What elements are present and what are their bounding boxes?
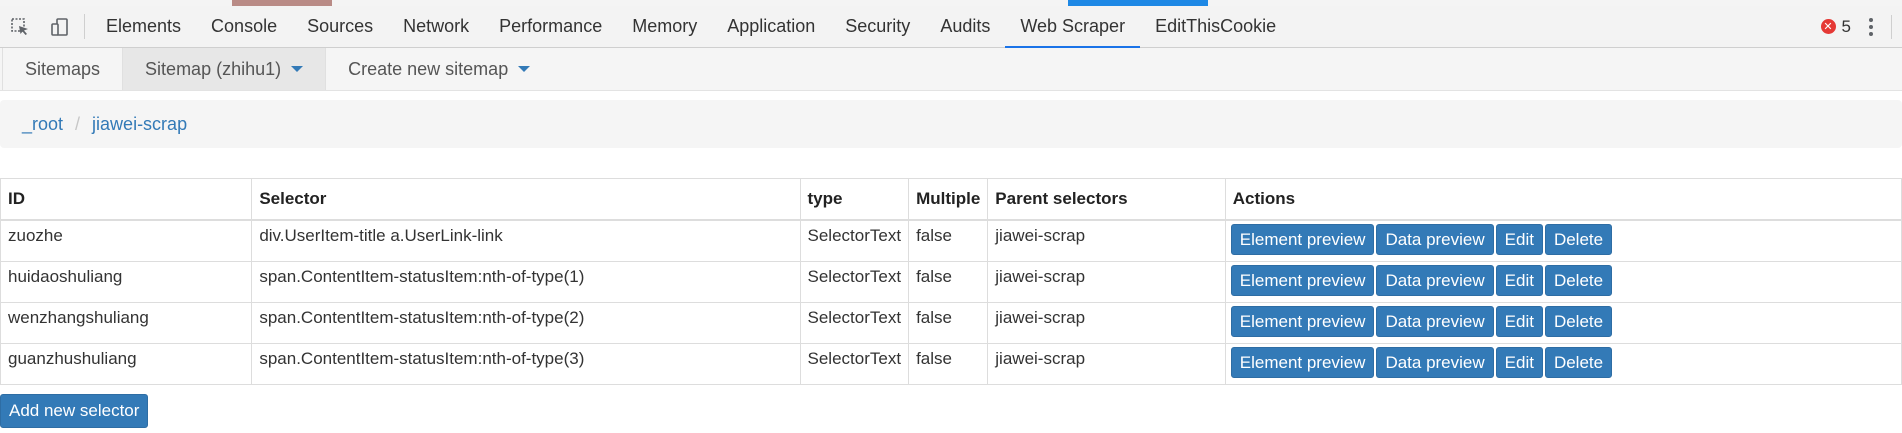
table-row: wenzhangshuliang span.ContentItem-statusI… [0, 302, 1902, 344]
caret-down-icon [518, 66, 531, 72]
sitemap-nav: Sitemaps Sitemap (zhihu1) Create new sit… [0, 48, 1902, 91]
tab-memory[interactable]: Memory [617, 6, 712, 47]
nav-create-sitemap-label: Create new sitemap [348, 58, 509, 79]
element-preview-button[interactable]: Element preview [1230, 306, 1375, 337]
header-selector: Selector [251, 178, 801, 221]
more-options-icon[interactable] [1865, 17, 1877, 36]
cell-multiple: false [908, 261, 989, 303]
cell-selector: div.UserItem-title a.UserLink-link [251, 219, 801, 262]
nav-current-sitemap-label: Sitemap (zhihu1) [145, 58, 282, 79]
breadcrumb: _root / jiawei-scrap [0, 100, 1902, 148]
cell-type: SelectorText [799, 302, 910, 344]
element-preview-button[interactable]: Element preview [1230, 265, 1375, 296]
tab-performance[interactable]: Performance [484, 6, 617, 47]
web-scraper-devtools: Elements Console Sources Network Performance… [0, 0, 1902, 433]
edit-button[interactable]: Edit [1495, 265, 1543, 296]
cell-actions: Element preview Data preview Edit Delete [1224, 343, 1902, 385]
tab-sources[interactable]: Sources [292, 6, 388, 47]
selector-table: ID Selector type Multiple Parent selecto… [0, 178, 1902, 385]
nav-current-sitemap-dropdown[interactable]: Sitemap (zhihu1) [122, 48, 326, 90]
header-parent-selectors: Parent selectors [987, 178, 1226, 221]
tab-security[interactable]: Security [830, 6, 925, 47]
cell-id: wenzhangshuliang [0, 302, 253, 344]
cell-multiple: false [908, 219, 989, 262]
cell-selector: span.ContentItem-statusItem:nth-of-type(… [251, 302, 801, 344]
tab-elements[interactable]: Elements [91, 6, 196, 47]
table-row: guanzhushuliang span.ContentItem-statusIt… [0, 343, 1902, 385]
element-preview-button[interactable]: Element preview [1230, 224, 1375, 255]
error-counter[interactable]: ✕ 5 [1820, 16, 1851, 37]
cell-actions: Element preview Data preview Edit Delete [1224, 261, 1902, 303]
edit-button[interactable]: Edit [1495, 306, 1543, 337]
cell-actions: Element preview Data preview Edit Delete [1224, 219, 1902, 262]
delete-button[interactable]: Delete [1544, 306, 1613, 337]
device-toolbar-icon[interactable] [40, 6, 80, 47]
nav-sitemaps-label: Sitemaps [25, 58, 101, 79]
delete-button[interactable]: Delete [1544, 224, 1613, 255]
tab-console[interactable]: Console [196, 6, 292, 47]
add-new-selector-button[interactable]: Add new selector [0, 394, 149, 428]
cell-multiple: false [908, 302, 989, 344]
cell-multiple: false [908, 343, 989, 385]
edit-button[interactable]: Edit [1495, 347, 1543, 378]
data-preview-button[interactable]: Data preview [1376, 224, 1494, 255]
data-preview-button[interactable]: Data preview [1376, 306, 1494, 337]
inspect-element-icon[interactable] [0, 6, 40, 47]
error-icon: ✕ [1820, 19, 1836, 34]
tab-web-scraper[interactable]: Web Scraper [1005, 6, 1140, 48]
cell-id: guanzhushuliang [0, 343, 253, 385]
cell-parent-selectors: jiawei-scrap [987, 343, 1226, 385]
cell-type: SelectorText [799, 343, 910, 385]
cell-actions: Element preview Data preview Edit Delete [1224, 302, 1902, 344]
devtools-tab-bar: Elements Console Sources Network Performance… [0, 6, 1902, 48]
tab-editthiscookie[interactable]: EditThisCookie [1140, 6, 1291, 47]
cell-id: zuozhe [0, 219, 253, 262]
edit-button[interactable]: Edit [1495, 224, 1543, 255]
tab-network[interactable]: Network [388, 6, 484, 47]
cell-parent-selectors: jiawei-scrap [987, 302, 1226, 344]
header-multiple: Multiple [908, 178, 989, 221]
cell-parent-selectors: jiawei-scrap [987, 261, 1226, 303]
element-preview-button[interactable]: Element preview [1230, 347, 1375, 378]
devtools-right-controls: ✕ 5 [1820, 6, 1902, 47]
cell-selector: span.ContentItem-statusItem:nth-of-type(… [251, 261, 801, 303]
delete-button[interactable]: Delete [1544, 265, 1613, 296]
cell-id: huidaoshuliang [0, 261, 253, 303]
data-preview-button[interactable]: Data preview [1376, 347, 1494, 378]
cell-parent-selectors: jiawei-scrap [987, 219, 1226, 262]
nav-sitemaps[interactable]: Sitemaps [2, 48, 122, 90]
data-preview-button[interactable]: Data preview [1376, 265, 1494, 296]
delete-button[interactable]: Delete [1544, 347, 1613, 378]
cell-type: SelectorText [799, 219, 910, 262]
toolbar-divider [1891, 14, 1892, 39]
devtools-tabs: Elements Console Sources Network Performance… [91, 6, 1291, 48]
error-count: 5 [1841, 16, 1851, 36]
header-actions: Actions [1224, 178, 1902, 221]
tab-application[interactable]: Application [712, 6, 830, 47]
header-type: type [799, 178, 910, 221]
nav-create-sitemap-dropdown[interactable]: Create new sitemap [325, 48, 552, 90]
tab-audits[interactable]: Audits [925, 6, 1005, 47]
table-row: huidaoshuliang span.ContentItem-statusIte… [0, 261, 1902, 303]
header-id: ID [0, 178, 253, 221]
breadcrumb-current-link[interactable]: jiawei-scrap [92, 114, 187, 135]
caret-down-icon [291, 66, 304, 72]
cell-selector: span.ContentItem-statusItem:nth-of-type(… [251, 343, 801, 385]
table-header-row: ID Selector type Multiple Parent selecto… [0, 178, 1902, 221]
table-row: zuozhe div.UserItem-title a.UserLink-link… [0, 219, 1902, 262]
cell-type: SelectorText [799, 261, 910, 303]
breadcrumb-separator: / [75, 113, 81, 134]
breadcrumb-root-link[interactable]: _root [22, 114, 63, 135]
toolbar-divider [84, 14, 85, 39]
